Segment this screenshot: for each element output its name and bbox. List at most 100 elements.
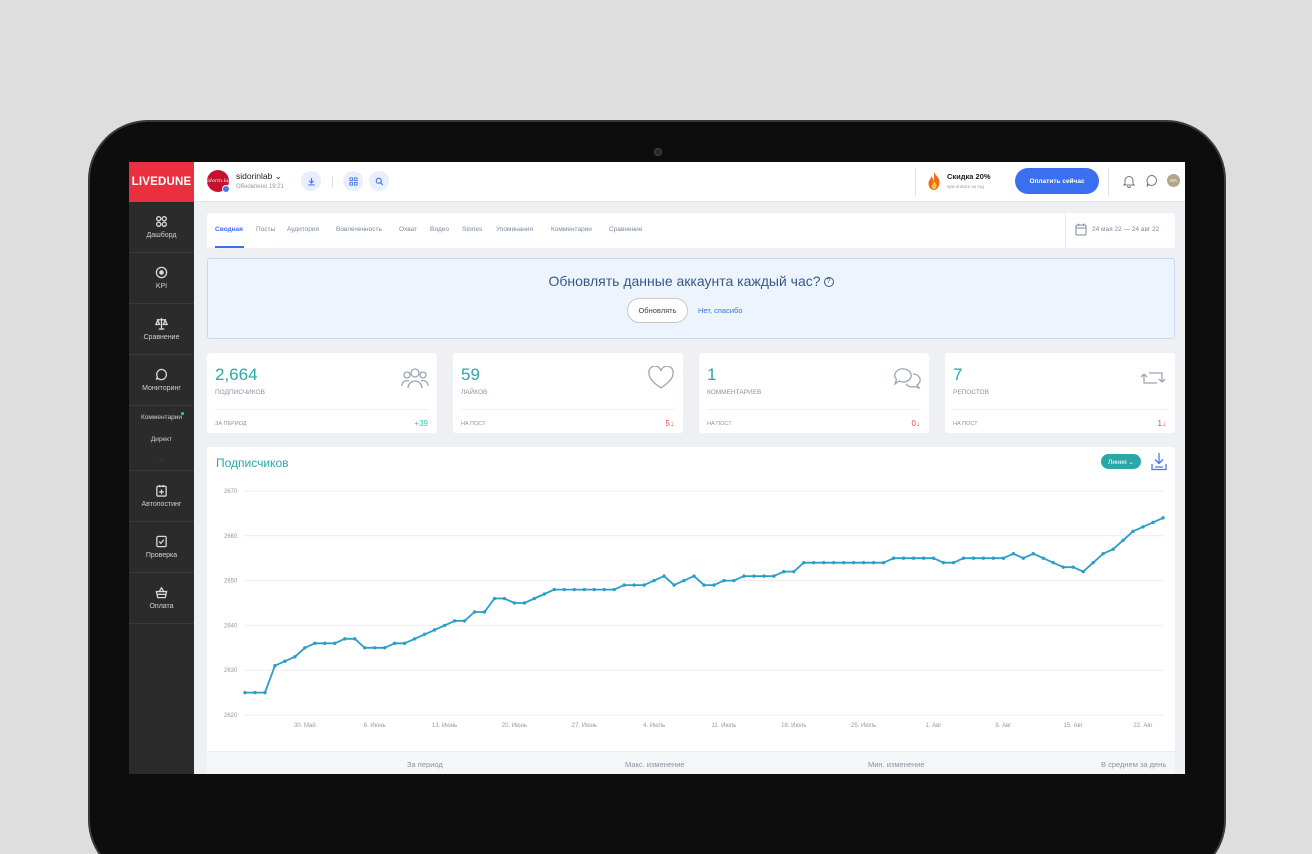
account-switcher[interactable]: sidorinlab ⌄ bbox=[236, 171, 282, 182]
sidebar-item-dashboard[interactable]: Дашборд bbox=[129, 202, 194, 253]
top-header: sidorin.lab sidorinlab ⌄ Обновлено 19:21… bbox=[194, 162, 1185, 202]
sidebar-item-check[interactable]: Проверка bbox=[129, 522, 194, 573]
tab-audience[interactable]: Аудитория bbox=[287, 226, 319, 233]
data-point bbox=[542, 592, 547, 596]
support-chat-icon[interactable] bbox=[1145, 174, 1159, 188]
tab-mentions[interactable]: Упоминания bbox=[496, 226, 533, 233]
pay-now-button[interactable]: Оплатить сейчас bbox=[1015, 168, 1099, 194]
data-point bbox=[1041, 556, 1045, 560]
sidebar-subitem-comments[interactable]: Комментарии bbox=[129, 406, 194, 428]
shield-check-icon bbox=[156, 535, 167, 548]
chart-type-dropdown[interactable]: Линия ⌄ bbox=[1101, 454, 1141, 469]
x-tick-label: 20. Июнь bbox=[502, 723, 527, 729]
tab-compare[interactable]: Сравнение bbox=[609, 226, 642, 233]
sidebar-more[interactable]: ... bbox=[129, 450, 194, 471]
followers-line-chart: 2620 2630 2640 2650 2660 2670 30. Май 6. Июнь 13… bbox=[224, 489, 1165, 729]
data-point bbox=[303, 646, 307, 650]
tab-engagement[interactable]: Вовлеченность bbox=[336, 226, 382, 233]
calendar-icon[interactable] bbox=[1075, 223, 1087, 236]
data-point bbox=[782, 569, 786, 574]
export-download-icon[interactable] bbox=[1150, 452, 1168, 471]
app-screen: LIVEDUNE Дашборд KPI Сравнение Мониторин… bbox=[129, 162, 1185, 774]
tab-comments[interactable]: Комментарии bbox=[551, 226, 592, 233]
tab-posts[interactable]: Посты bbox=[256, 226, 275, 233]
x-tick-label: 6. Июнь bbox=[364, 723, 386, 729]
heart-icon bbox=[648, 366, 674, 389]
stat-value: 1 bbox=[707, 365, 717, 384]
last-updated-text: Обновлено 19:21 bbox=[236, 184, 284, 190]
data-point bbox=[971, 556, 976, 560]
sidebar-item-monitoring[interactable]: Мониторинг bbox=[129, 355, 194, 406]
date-range-picker[interactable]: 24 мая 22 — 24 авг 22 bbox=[1092, 226, 1159, 233]
data-point bbox=[722, 578, 726, 583]
stat-footer: ЗА ПЕРИОД bbox=[215, 421, 247, 427]
sidebar-item-kpi[interactable]: KPI bbox=[129, 253, 194, 304]
tab-reach[interactable]: Охват bbox=[399, 226, 417, 233]
sidebar-item-label: KPI bbox=[155, 283, 168, 290]
x-tick-label: 25. Июль bbox=[851, 723, 876, 729]
sidebar-item-label: Сравнение bbox=[143, 334, 180, 341]
decline-link[interactable]: Нет, спасибо bbox=[698, 306, 743, 315]
data-point bbox=[1131, 529, 1135, 534]
data-point bbox=[283, 659, 287, 663]
user-avatar[interactable]: МА bbox=[1167, 174, 1180, 187]
chart-title: Подписчиков bbox=[216, 456, 289, 470]
sidebar-item-payment[interactable]: Оплата bbox=[129, 573, 194, 624]
tab-summary[interactable]: Сводная bbox=[215, 226, 243, 233]
data-point bbox=[562, 587, 567, 592]
data-point bbox=[452, 619, 457, 623]
header-divider bbox=[1108, 168, 1109, 196]
data-point bbox=[363, 646, 367, 650]
sidebar-subitem-label: Комментарии bbox=[141, 413, 182, 421]
grid-view-button[interactable] bbox=[343, 171, 363, 191]
calendar-plus-icon bbox=[156, 484, 167, 497]
data-point bbox=[263, 690, 267, 695]
tab-video[interactable]: Видео bbox=[430, 226, 449, 233]
data-point bbox=[662, 574, 666, 578]
sidebar-item-label: Мониторинг bbox=[142, 385, 181, 392]
search-icon bbox=[375, 177, 383, 185]
data-point bbox=[822, 560, 826, 565]
data-point bbox=[672, 583, 676, 587]
enable-hourly-update-button[interactable]: Обновлять bbox=[627, 298, 688, 323]
x-tick-label: 1. Авг bbox=[925, 723, 942, 729]
sidebar-item-compare[interactable]: Сравнение bbox=[129, 304, 194, 355]
data-point bbox=[1081, 569, 1085, 574]
card-divider bbox=[215, 409, 429, 410]
chart-stats-row: За период Макс. изменение Мин. изменение… bbox=[207, 751, 1175, 774]
stat-card-likes: 59 ЛАЙКОВ НА ПОСТ 5↓ bbox=[453, 353, 683, 433]
dashboard-icon bbox=[156, 216, 167, 227]
bell-icon[interactable] bbox=[1122, 174, 1136, 188]
data-point bbox=[921, 556, 926, 560]
grid-icon bbox=[348, 176, 358, 186]
data-point bbox=[253, 690, 257, 695]
stat-delta: +39 bbox=[414, 419, 428, 428]
sidebar-item-label: Оплата bbox=[149, 603, 174, 610]
download-button[interactable] bbox=[301, 171, 321, 191]
sidebar-item-autoposting[interactable]: Автопостинг bbox=[129, 471, 194, 522]
card-divider bbox=[707, 409, 921, 410]
data-point bbox=[981, 556, 986, 560]
data-point bbox=[602, 587, 606, 592]
data-point bbox=[592, 587, 596, 592]
sidebar-subitem-label: Директ bbox=[150, 435, 173, 443]
search-button[interactable] bbox=[369, 171, 389, 191]
active-tab-indicator bbox=[215, 246, 244, 248]
download-icon bbox=[307, 177, 315, 186]
livedune-logo[interactable]: LIVEDUNE bbox=[129, 162, 194, 202]
data-point bbox=[572, 587, 576, 592]
help-icon[interactable]: ? bbox=[823, 277, 834, 288]
header-divider bbox=[915, 168, 916, 196]
data-point bbox=[802, 560, 806, 565]
sidebar-subitem-direct[interactable]: Директ bbox=[129, 428, 194, 450]
stat-footer: НА ПОСТ bbox=[707, 421, 732, 427]
camera-dot bbox=[654, 148, 662, 156]
data-point bbox=[861, 560, 866, 565]
data-point bbox=[881, 560, 886, 565]
basket-icon bbox=[155, 586, 168, 599]
tab-stories[interactable]: Stories bbox=[462, 226, 482, 233]
data-point bbox=[422, 632, 427, 637]
data-point bbox=[482, 610, 487, 614]
data-point bbox=[313, 641, 317, 646]
x-tick-label: 8. Авг bbox=[995, 723, 1012, 729]
